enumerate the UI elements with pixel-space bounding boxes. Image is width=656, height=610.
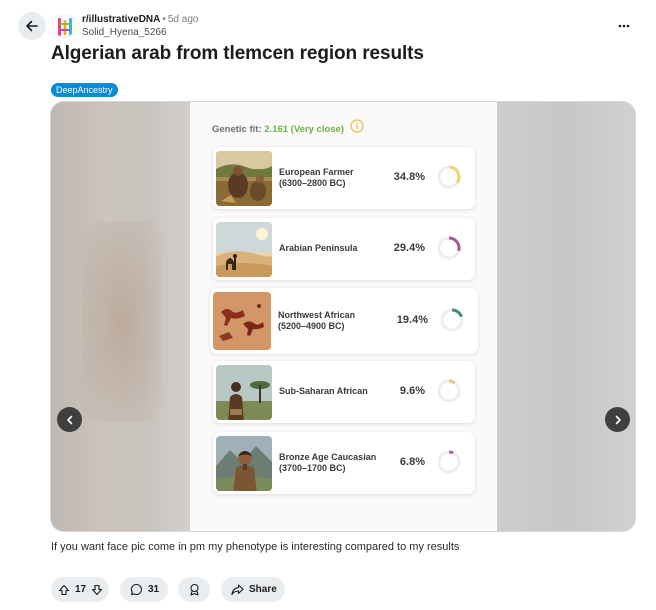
subreddit-avatar[interactable] <box>52 14 76 38</box>
vote-bar: 17 <box>51 577 109 602</box>
percent-ring-track <box>437 379 461 403</box>
subreddit-name[interactable]: r/illustrativeDNA <box>82 14 160 25</box>
more-options-button[interactable] <box>616 18 632 34</box>
population-name-line1: Sub-Saharan African <box>279 386 368 396</box>
population-percent: 29.4% <box>393 242 425 254</box>
gallery-blur-left <box>51 102 190 531</box>
population-name-line1: Bronze Age Caucasian <box>279 452 377 462</box>
image-gallery[interactable]: Genetic fit: 2.161 (Very close) European… <box>50 101 636 532</box>
percent-ring <box>437 450 461 474</box>
upvote-icon[interactable] <box>58 584 70 596</box>
percent-ring <box>437 165 461 189</box>
gallery-slide: Genetic fit: 2.161 (Very close) European… <box>190 102 497 531</box>
percent-ring-track <box>437 450 461 474</box>
share-label: Share <box>249 584 277 595</box>
meta-separator: • <box>162 14 166 25</box>
genetic-fit-value: 2.161 (Very close) <box>264 124 345 135</box>
percent-ring <box>437 379 461 403</box>
population-percent: 9.6% <box>399 385 425 397</box>
comments-button[interactable]: 31 <box>120 577 168 602</box>
chevron-left-icon <box>66 415 72 424</box>
more-dots-icon <box>618 24 630 28</box>
post-meta: r/illustrativeDNA • 5d ago Solid_Hyena_526… <box>82 13 198 39</box>
dna-logo-icon <box>58 18 72 36</box>
population-card: Northwest African (5200–4900 BC) 19.4% <box>210 288 478 354</box>
gallery-blur-right <box>496 102 635 531</box>
population-percent: 19.4% <box>396 314 428 326</box>
northwest-african-image <box>213 292 271 350</box>
arabian-peninsula-image <box>216 222 272 277</box>
population-percent: 6.8% <box>399 456 425 468</box>
population-card: Arabian Peninsula 29.4% <box>213 218 475 280</box>
author-username[interactable]: Solid_Hyena_5266 <box>82 26 198 39</box>
share-button[interactable]: Share <box>221 577 285 602</box>
vote-count: 17 <box>75 584 87 595</box>
population-name-line2: (6300–2800 BC) <box>279 178 346 188</box>
comment-icon <box>130 583 142 596</box>
population-name-line2: (5200–4900 BC) <box>278 321 345 331</box>
population-card: European Farmer (6300–2800 BC) 34.8% <box>213 147 475 209</box>
population-name-line1: Northwest African <box>278 310 356 320</box>
population-name-line1: Arabian Peninsula <box>279 243 358 253</box>
population-name: Northwest African (5200–4900 BC) <box>278 310 355 332</box>
population-name: Bronze Age Caucasian (3700–1700 BC) <box>279 452 376 474</box>
european-farmer-image <box>216 151 272 206</box>
population-percent: 34.8% <box>393 171 425 183</box>
share-icon <box>231 584 244 596</box>
gallery-next-button[interactable] <box>605 407 630 432</box>
post-flair[interactable]: DeepAncestry <box>51 83 118 97</box>
post-time: 5d ago <box>167 14 199 25</box>
gallery-prev-button[interactable] <box>57 407 82 432</box>
info-icon <box>350 119 364 133</box>
percent-ring <box>440 308 464 332</box>
post-body: If you want face pic come in pm my pheno… <box>51 541 460 553</box>
population-name-line1: European Farmer <box>279 167 354 177</box>
post-title[interactable]: Algerian arab from tlemcen region result… <box>51 43 424 65</box>
population-name: European Farmer (6300–2800 BC) <box>279 167 354 189</box>
award-button[interactable] <box>178 577 210 602</box>
genetic-fit-label: Genetic fit: <box>212 124 262 135</box>
chevron-right-icon <box>615 415 621 424</box>
population-card: Sub-Saharan African 9.6% <box>213 361 475 423</box>
bronze-age-caucasian-image <box>216 436 272 491</box>
population-name-line2: (3700–1700 BC) <box>279 463 346 473</box>
comment-count: 31 <box>148 584 160 595</box>
population-card: Bronze Age Caucasian (3700–1700 BC) 6.8% <box>213 432 475 494</box>
back-button[interactable] <box>18 12 46 40</box>
genetic-fit: Genetic fit: 2.161 (Very close) <box>212 124 344 135</box>
percent-ring <box>437 236 461 260</box>
award-icon <box>189 583 199 596</box>
downvote-icon[interactable] <box>91 584 103 596</box>
arrow-left-icon <box>26 20 38 32</box>
sub-saharan-african-image <box>216 365 272 420</box>
population-name: Sub-Saharan African <box>279 386 368 397</box>
population-name: Arabian Peninsula <box>279 243 358 254</box>
